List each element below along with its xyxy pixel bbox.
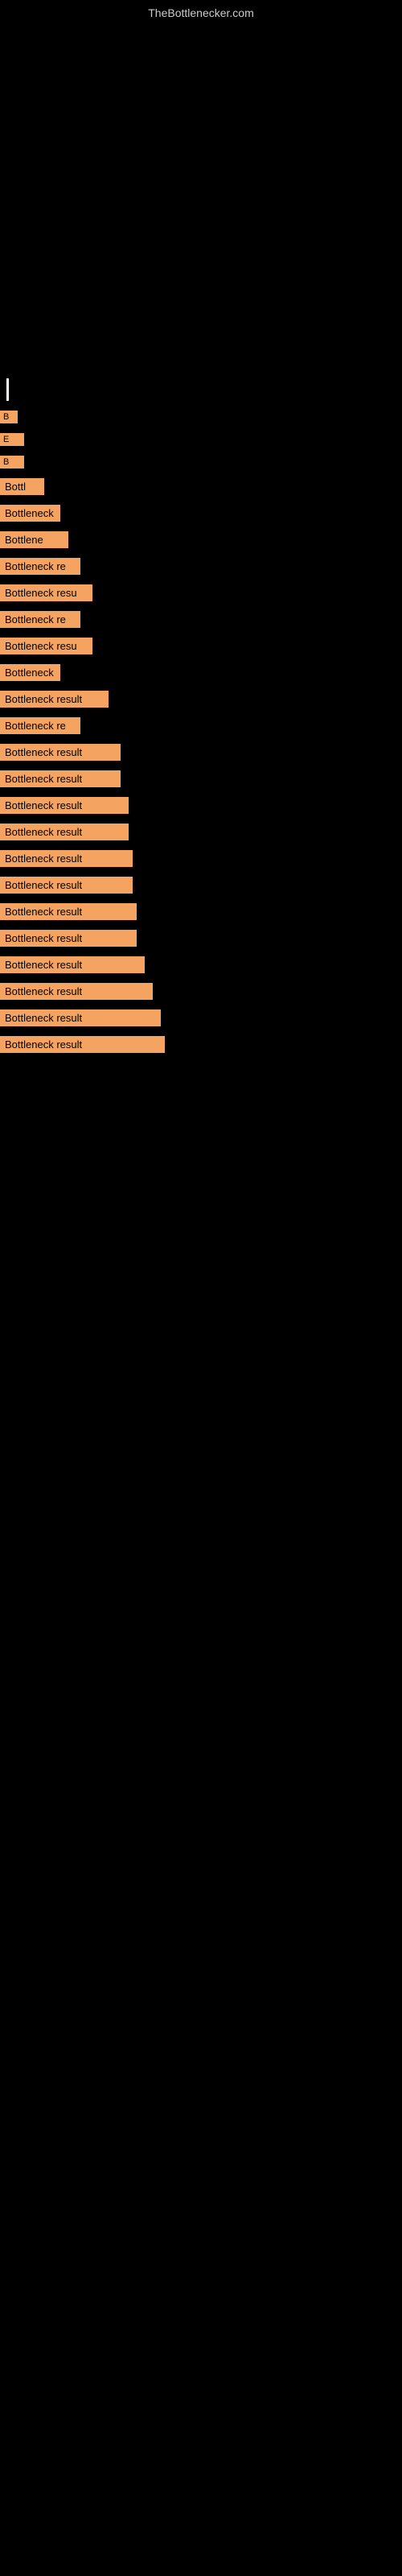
- bottleneck-item-18: Bottleneck result: [0, 850, 133, 867]
- bottleneck-item-25: Bottleneck result: [0, 1036, 165, 1053]
- site-title: TheBottlenecker.com: [148, 6, 254, 19]
- bottleneck-item-21: Bottleneck result: [0, 930, 137, 947]
- bottleneck-item-6: Bottlene: [0, 531, 68, 548]
- bottleneck-item-10: Bottleneck resu: [0, 638, 92, 654]
- bottleneck-item-9: Bottleneck re: [0, 611, 80, 628]
- bottleneck-item-19: Bottleneck result: [0, 877, 133, 894]
- bottleneck-item-17: Bottleneck result: [0, 824, 129, 840]
- bottleneck-item-5: Bottleneck: [0, 505, 60, 522]
- cursor-line: [6, 378, 9, 401]
- bottleneck-item-23: Bottleneck result: [0, 983, 153, 1000]
- bottleneck-item-7: Bottleneck re: [0, 558, 80, 575]
- bottleneck-item-8: Bottleneck resu: [0, 584, 92, 601]
- bottleneck-item-15: Bottleneck result: [0, 770, 121, 787]
- bottleneck-item-3: B: [0, 456, 24, 469]
- bottleneck-item-14: Bottleneck result: [0, 744, 121, 761]
- bottleneck-item-13: Bottleneck re: [0, 717, 80, 734]
- bottleneck-item-24: Bottleneck result: [0, 1009, 161, 1026]
- bottleneck-item-20: Bottleneck result: [0, 903, 137, 920]
- bottleneck-item-22: Bottleneck result: [0, 956, 145, 973]
- bottleneck-item-1: B: [0, 411, 18, 423]
- bottleneck-item-2: E: [0, 433, 24, 446]
- bottleneck-item-4: Bottl: [0, 478, 44, 495]
- bottleneck-item-12: Bottleneck result: [0, 691, 109, 708]
- bottleneck-item-16: Bottleneck result: [0, 797, 129, 814]
- bottleneck-list: BEB Bottl Bottleneck Bottlene Bottleneck re B…: [0, 411, 241, 1063]
- bottleneck-item-11: Bottleneck: [0, 664, 60, 681]
